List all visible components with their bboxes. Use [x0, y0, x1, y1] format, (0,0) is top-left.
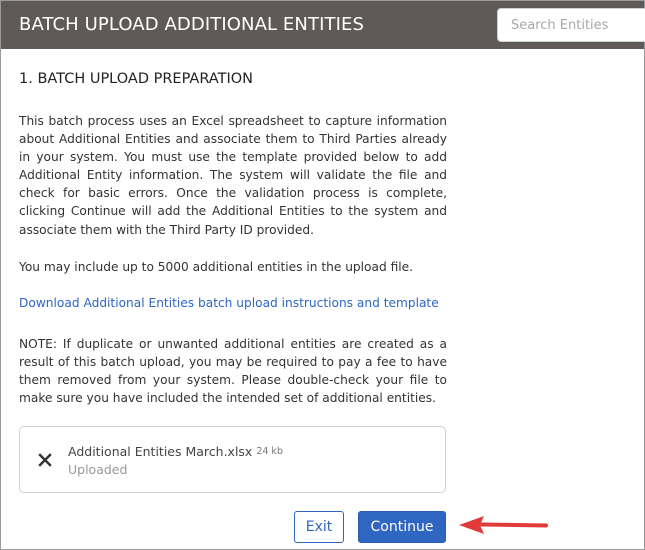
exit-button[interactable]: Exit — [294, 511, 344, 543]
file-name-line: Additional Entities March.xlsx 24 kb — [68, 444, 283, 459]
file-size: 24 kb — [256, 446, 283, 457]
annotation-arrow-icon — [459, 516, 548, 534]
page-header: BATCH UPLOAD ADDITIONAL ENTITIES — [1, 1, 645, 49]
limit-paragraph: You may include up to 5000 additional en… — [19, 260, 414, 274]
download-template-link[interactable]: Download Additional Entities batch uploa… — [19, 296, 439, 310]
intro-paragraph: This batch process uses an Excel spreads… — [19, 114, 447, 237]
section-title: 1. BATCH UPLOAD PREPARATION — [19, 71, 253, 87]
page-title: BATCH UPLOAD ADDITIONAL ENTITIES — [19, 14, 364, 35]
search-input[interactable] — [497, 8, 645, 42]
uploaded-file-card: Additional Entities March.xlsx 24 kb Uplo… — [19, 426, 446, 493]
close-icon[interactable] — [36, 451, 54, 469]
note-paragraph: NOTE: If duplicate or unwanted additiona… — [19, 337, 447, 406]
file-status: Uploaded — [68, 462, 128, 477]
file-name: Additional Entities March.xlsx — [68, 444, 253, 459]
continue-button[interactable]: Continue — [358, 511, 446, 543]
